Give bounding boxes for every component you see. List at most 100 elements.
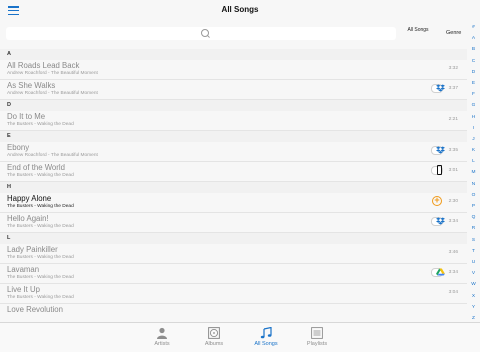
source-indicator (431, 267, 445, 277)
dropbox-icon (436, 217, 445, 225)
song-artist-album: The Busters - Waking the Dead (7, 295, 74, 300)
song-list[interactable]: A All Roads Lead Back Andrew Roachford - T… (0, 49, 467, 321)
song-artist-album: Andrew Roachford - The Beautiful Moment (7, 153, 98, 158)
index-letter[interactable]: J (467, 134, 480, 145)
tab-artists[interactable]: Artists (140, 327, 184, 347)
index-letter[interactable]: E (467, 78, 480, 89)
song-title: Ebony (7, 143, 30, 152)
tab-label: Albums (204, 341, 224, 347)
source-indicator (431, 216, 445, 226)
index-letter[interactable]: Y (467, 302, 480, 313)
song-row[interactable]: Hello Again! The Busters - Waking the Dea… (0, 213, 467, 233)
song-row[interactable]: Lavaman The Busters - Waking the Dead 3:34 (0, 264, 467, 284)
section-header: E (0, 131, 467, 142)
phone-icon (437, 165, 442, 175)
tab-all-songs[interactable]: All Songs (244, 327, 288, 347)
index-letter[interactable]: D (467, 67, 480, 78)
index-letter[interactable]: H (467, 112, 480, 123)
index-letter[interactable]: M (467, 167, 480, 178)
song-row[interactable]: Live It Up The Busters - Waking the Dead 3… (0, 284, 467, 304)
search-input[interactable] (6, 27, 396, 40)
source-indicator (431, 165, 445, 175)
song-artist-album: The Busters - Waking the Dead (7, 204, 74, 209)
index-letter[interactable]: N (467, 179, 480, 190)
song-row[interactable]: Love Revolution (0, 304, 467, 321)
index-letter[interactable]: P (467, 201, 480, 212)
song-artist-album: The Busters - Waking the Dead (7, 255, 74, 260)
song-row[interactable]: Ebony Andrew Roachford - The Beautiful Mo… (0, 142, 467, 162)
song-duration: 2:30 (448, 199, 458, 204)
index-letter[interactable]: I (467, 123, 480, 134)
song-row[interactable]: Do It to Me The Busters - Waking the Dead… (0, 111, 467, 131)
index-letter[interactable]: Q (467, 212, 480, 223)
index-letter[interactable]: G (467, 100, 480, 111)
song-duration: 3:32 (448, 66, 458, 71)
index-letter[interactable]: O (467, 190, 480, 201)
all-songs-filter-button[interactable]: All Songs (405, 27, 431, 34)
song-duration: 3:34 (448, 219, 458, 224)
search-row (0, 22, 400, 44)
index-letter[interactable]: U (467, 257, 480, 268)
song-artist-album: The Busters - Waking the Dead (7, 173, 74, 178)
song-title: Lady Painkiller (7, 245, 58, 254)
song-title: Lavaman (7, 265, 40, 274)
song-row[interactable]: Lady Painkiller The Busters - Waking the … (0, 244, 467, 264)
index-letter[interactable]: R (467, 223, 480, 234)
index-letter[interactable]: K (467, 145, 480, 156)
song-duration: 3:34 (448, 270, 458, 275)
index-letter[interactable]: A (467, 33, 480, 44)
genre-filter-button[interactable]: Genre (446, 30, 461, 36)
source-indicator (431, 145, 445, 155)
index-letter[interactable]: C (467, 56, 480, 67)
dropbox-icon (436, 84, 445, 92)
music-note-icon (260, 327, 272, 339)
song-row[interactable]: All Roads Lead Back Andrew Roachford - Th… (0, 60, 467, 80)
index-letter[interactable]: L (467, 156, 480, 167)
index-letter[interactable]: # (467, 22, 480, 33)
index-letter[interactable]: X (467, 291, 480, 302)
section-header: H (0, 182, 467, 193)
google-drive-icon (436, 268, 445, 276)
alphabet-index[interactable]: # A B C D E F G H I J K L M N O P Q R S T U V W X Y Z (467, 22, 480, 322)
song-title: Love Revolution (7, 305, 63, 314)
tab-label: All Songs (254, 341, 278, 347)
song-title: As She Walks (7, 81, 56, 90)
add-download-icon[interactable]: + (432, 196, 442, 206)
playlist-icon (311, 327, 323, 339)
song-duration: 3:01 (448, 168, 458, 173)
source-indicator (431, 83, 445, 93)
tab-albums[interactable]: Albums (192, 327, 236, 347)
song-title: Hello Again! (7, 214, 49, 223)
song-row[interactable]: Happy Alone The Busters - Waking the Dead… (0, 193, 467, 213)
search-icon (201, 29, 209, 37)
song-title: Happy Alone (7, 194, 52, 203)
tab-bar: Artists Albums All Songs Playlists (0, 322, 480, 352)
song-duration: 2:21 (448, 117, 458, 122)
song-artist-album: The Busters - Waking the Dead (7, 122, 74, 127)
song-artist-album: Andrew Roachford - The Beautiful Moment (7, 91, 98, 96)
song-title: End of the World (7, 163, 65, 172)
song-duration: 3:37 (448, 86, 458, 91)
index-letter[interactable]: T (467, 246, 480, 257)
dropbox-icon (436, 146, 445, 154)
song-artist-album: The Busters - Waking the Dead (7, 275, 74, 280)
song-artist-album: Andrew Roachford - The Beautiful Moment (7, 71, 98, 76)
index-letter[interactable]: V (467, 268, 480, 279)
song-artist-album: The Busters - Waking the Dead (7, 224, 74, 229)
page-title: All Songs (221, 5, 259, 14)
song-duration: 3:46 (448, 250, 458, 255)
index-letter[interactable]: S (467, 235, 480, 246)
index-letter[interactable]: W (467, 279, 480, 290)
song-title: All Roads Lead Back (7, 61, 80, 70)
song-row[interactable]: As She Walks Andrew Roachford - The Beaut… (0, 80, 467, 100)
section-header: D (0, 100, 467, 111)
song-title: Do It to Me (7, 112, 46, 121)
song-title: Live It Up (7, 285, 40, 294)
index-letter[interactable]: F (467, 89, 480, 100)
song-duration: 3:04 (448, 290, 458, 295)
song-row[interactable]: End of the World The Busters - Waking the… (0, 162, 467, 182)
album-icon (208, 327, 220, 339)
tab-playlists[interactable]: Playlists (295, 327, 339, 347)
song-duration: 3:35 (448, 148, 458, 153)
index-letter[interactable]: B (467, 44, 480, 55)
